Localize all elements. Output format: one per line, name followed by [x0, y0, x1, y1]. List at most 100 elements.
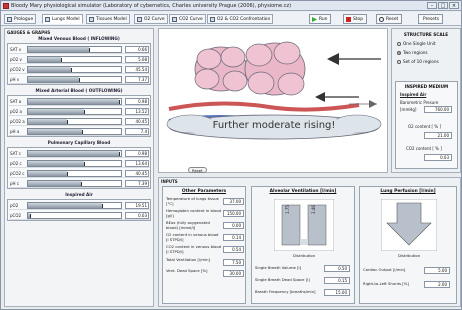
gauge-value: 0.03 [125, 212, 149, 219]
tab-o2-co2-confrontation[interactable]: O2 & CO2 Confrontation [207, 14, 274, 24]
gauge-bar [27, 150, 122, 157]
parameter-label: Vent. Dead Space [%] [166, 268, 208, 273]
barometric-input[interactable]: 760.00 [424, 106, 452, 113]
app-window: Bloody Mary physiological simulator (Lab… [0, 0, 462, 310]
perfusion-param-input[interactable]: 5.00 [424, 267, 450, 274]
window-title: Bloody Mary physiological simulator (Lab… [11, 3, 292, 9]
gauge-label: SAT a [10, 99, 22, 104]
barometric-label: Barometric Presure [400, 100, 439, 105]
gauge-fill [28, 99, 119, 104]
gauge-label: pH a [10, 129, 20, 134]
gauge-marker [67, 120, 68, 124]
parameter-label: O2 content in venous blood [l STPD/l] [166, 232, 219, 242]
o2-content-input[interactable]: 21.00 [424, 132, 452, 139]
alveoli-cluster-icon [194, 41, 306, 96]
gauge-value: 40.45 [125, 118, 149, 125]
gauge-group: SAT c 0.98 pO2 c 13.64 pCO2 c 40.45 pH c 7.39 [7, 147, 151, 189]
gauge-bar [27, 76, 122, 83]
alveolar-param-input[interactable]: 0.15 [324, 277, 350, 284]
alveolar-title: Alveolar Ventilation [l/min] [269, 189, 337, 194]
gauges-panel: GAUGES & GRAPHS Mixed Venous Blood ( INF… [4, 28, 154, 307]
gauge-label: pCO2 [10, 213, 22, 218]
tab-o2-curve[interactable]: O2 Curve [134, 14, 168, 24]
gauge-value: 13.64 [125, 160, 149, 167]
tab-lungs-model[interactable]: Lungs Model [42, 14, 83, 24]
perfusion-param-input[interactable]: 2.00 [424, 281, 450, 288]
tab-co2-curve[interactable]: CO2 Curve [169, 14, 206, 24]
gauge-value: 7.37 [125, 76, 149, 83]
gauge-row: pO2 c 13.64 [9, 159, 150, 168]
gauge-fill [28, 129, 82, 134]
gauge-group: SAT a 0.98 pO2 a 13.52 pCO2 a 40.45 pH a 7.4 [7, 95, 151, 137]
presets-button[interactable]: Presets [418, 14, 443, 24]
gauge-marker [81, 182, 82, 186]
gauge-marker [30, 214, 31, 218]
o2-content-label: O2 content [ % ] [408, 124, 442, 129]
gauge-label: pO2 [10, 203, 19, 208]
gauge-bar [27, 98, 122, 105]
parameter-input[interactable]: 30.00 [223, 270, 244, 277]
parameter-input[interactable]: 7.50 [223, 259, 244, 266]
perfusion-param-label: Right-to-Left Shunts [%] [363, 281, 409, 286]
gauge-label: pO2 a [10, 109, 22, 114]
tab-label: O2 Curve [144, 17, 165, 22]
gauge-label: pH c [10, 181, 20, 186]
alveolar-param-input[interactable]: 0.50 [324, 265, 350, 272]
gauges-header: GAUGES & GRAPHS [7, 30, 51, 35]
gauge-value: 45.54 [125, 66, 149, 73]
gauge-row: pCO2 c 40.45 [9, 169, 150, 178]
parameter-input[interactable]: 150.00 [223, 210, 244, 217]
prologue-icon [7, 17, 12, 22]
gauge-value: 0.66 [125, 46, 149, 53]
gauge-bar [27, 118, 122, 125]
gauge-label: pCO2 v [10, 67, 25, 72]
run-button[interactable]: Run [309, 14, 332, 24]
gauge-bar [27, 212, 122, 219]
parameter-label: BEox (fully oxygenated blood) [mmol/l] [166, 220, 210, 230]
maximize-button[interactable]: □ [438, 2, 448, 9]
radio-icon [397, 60, 401, 64]
diagram-reset-button[interactable]: Reset [188, 167, 207, 173]
radio-one-single-unit[interactable]: One Single Unit [397, 41, 436, 46]
tab-tissues-model[interactable]: Tissues Model [86, 14, 130, 24]
parameter-input[interactable]: 0.14 [223, 234, 244, 241]
alveolar-param-input[interactable]: 15.00 [324, 289, 350, 296]
close-button[interactable]: × [449, 2, 459, 9]
gauge-bar [27, 108, 122, 115]
minimize-button[interactable]: – [427, 2, 437, 9]
gauge-label: pH v [10, 77, 20, 82]
gauge-label: pCO2 a [10, 119, 25, 124]
gauge-marker [84, 162, 85, 166]
parameter-label: Hemoglobin content in blood [g/l] [166, 208, 222, 218]
stop-icon [346, 17, 351, 22]
gauge-bar [27, 66, 122, 73]
gauge-row: pCO2 a 40.45 [9, 117, 150, 126]
parameter-input[interactable]: 37.00 [223, 198, 244, 205]
gauge-fill [28, 77, 79, 82]
parameter-input[interactable]: 0.00 [223, 222, 244, 229]
gauge-fill [28, 181, 81, 186]
gauge-value: 40.45 [125, 170, 149, 177]
tab-prologue[interactable]: Prologue [4, 14, 37, 24]
gauge-row: pCO2 0.03 [9, 211, 150, 220]
stop-button[interactable]: Stop [343, 14, 367, 24]
gauge-row: pO2 a 13.52 [9, 107, 150, 116]
radio-set-of-10-regions[interactable]: Set of 10 regions [397, 59, 439, 64]
gauge-row: SAT c 0.98 [9, 149, 150, 158]
gauge-fill [28, 47, 89, 52]
parameter-input[interactable]: 0.54 [223, 246, 244, 253]
inspired-title: INSPIRED MEDIUM [404, 84, 449, 89]
radio-checked-icon [397, 51, 401, 55]
gauge-label: SAT c [10, 151, 21, 156]
gauge-marker [67, 172, 68, 176]
reset-button[interactable]: Reset [376, 14, 403, 24]
gauge-label: pCO2 c [10, 171, 25, 176]
inputs-title: INPUTS [161, 179, 178, 184]
gauge-marker [82, 130, 83, 134]
gauge-bar [27, 202, 122, 209]
radio-two-regions[interactable]: Two regions [397, 50, 428, 55]
gauge-label: pO2 v [10, 57, 22, 62]
co2-content-input[interactable]: 0.03 [424, 154, 452, 161]
alveolar-ventilation-panel: Alveolar Ventilation [l/min] 1.75 3.46 D… [251, 186, 355, 304]
status-speech-bubble: Further moderate rising! [161, 112, 387, 142]
